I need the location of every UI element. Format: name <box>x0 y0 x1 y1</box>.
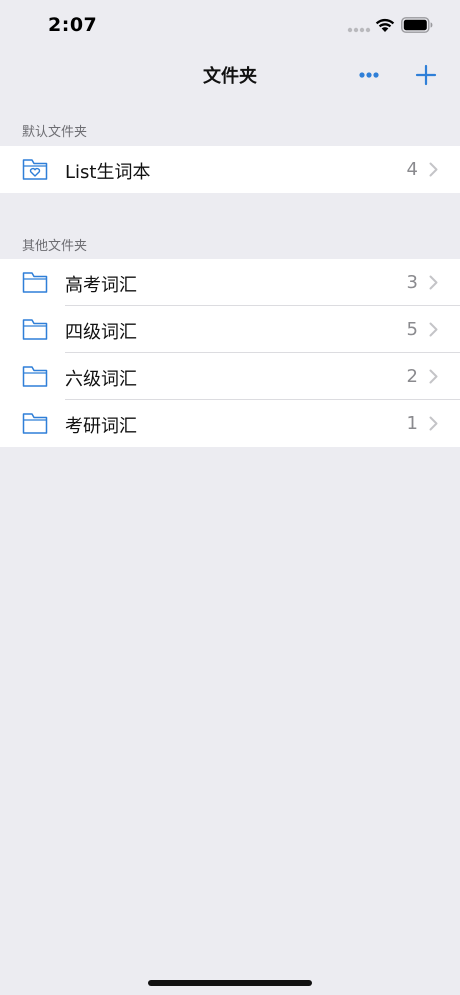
status-time: 2:07 <box>48 14 98 36</box>
folder-row-kaoyan[interactable]: 考研词汇 1 <box>0 400 460 447</box>
more-button[interactable] <box>352 60 386 90</box>
section-header-other: 其他文件夹 <box>22 239 88 254</box>
chevron-right-icon <box>429 162 438 177</box>
folder-name: List生词本 <box>65 162 151 183</box>
battery-icon <box>401 17 433 33</box>
plus-icon <box>415 64 437 86</box>
folder-icon <box>22 413 48 434</box>
folder-count: 5 <box>406 319 418 340</box>
folder-count: 3 <box>406 272 418 293</box>
folder-name: 六级词汇 <box>65 369 137 390</box>
folder-icon <box>22 272 48 293</box>
folder-name: 考研词汇 <box>65 416 137 437</box>
folder-name: 高考词汇 <box>65 275 137 296</box>
folder-name: 四级词汇 <box>65 322 137 343</box>
folder-row-cet4[interactable]: 四级词汇 5 <box>0 306 460 353</box>
add-folder-button[interactable] <box>410 60 442 90</box>
wifi-icon <box>375 18 395 32</box>
folder-row-cet6[interactable]: 六级词汇 2 <box>0 353 460 400</box>
folder-count: 4 <box>406 159 418 180</box>
folder-icon <box>22 366 48 387</box>
home-indicator[interactable] <box>148 980 312 986</box>
other-folder-list: 高考词汇 3 四级词汇 5 六级词汇 2 考研词汇 1 <box>0 259 460 447</box>
folder-row-gaokao[interactable]: 高考词汇 3 <box>0 259 460 306</box>
folder-count: 2 <box>406 366 418 387</box>
folder-row-list-vocab[interactable]: List生词本 4 <box>0 146 460 193</box>
chevron-right-icon <box>429 416 438 431</box>
chevron-right-icon <box>429 275 438 290</box>
ellipsis-icon <box>359 72 379 78</box>
default-folder-list: List生词本 4 <box>0 146 460 193</box>
folder-count: 1 <box>406 413 418 434</box>
folder-icon <box>22 319 48 340</box>
cellular-signal-icon <box>347 27 371 33</box>
page-title: 文件夹 <box>203 66 257 87</box>
navigation-bar: 文件夹 <box>0 50 460 100</box>
chevron-right-icon <box>429 322 438 337</box>
status-bar: 2:07 <box>0 0 460 50</box>
section-header-default: 默认文件夹 <box>22 125 88 140</box>
chevron-right-icon <box>429 369 438 384</box>
heart-folder-icon <box>22 159 48 180</box>
